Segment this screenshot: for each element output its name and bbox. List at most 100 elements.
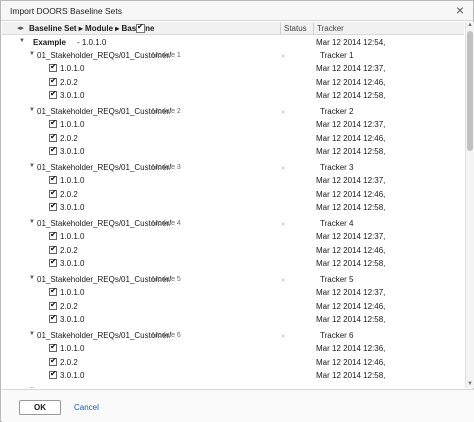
baseline-checkbox[interactable]: [49, 257, 57, 267]
import-doors-dialog: Import DOORS Baseline Sets × ◂▸ Baseline…: [0, 0, 474, 422]
baseline-checkbox[interactable]: [49, 174, 57, 185]
baseline-checkbox[interactable]: [49, 342, 57, 353]
close-icon[interactable]: ×: [456, 3, 464, 17]
expand-triangle-icon[interactable]: ▼: [29, 387, 35, 388]
tree-row-module[interactable]: ▼01_Stakeholder_REQs/01_Customer/Module …: [2, 385, 464, 388]
baseline-tracker: Mar 12 2014 12:46,: [316, 245, 386, 255]
baseline-label: 1.0.1.0: [60, 344, 85, 354]
module-name: Module 4: [152, 220, 181, 228]
expand-collapse-icon[interactable]: ◂▸: [17, 24, 24, 32]
tree-row-module[interactable]: ▼01_Stakeholder_REQs/01_Customer/Module …: [2, 329, 464, 342]
scroll-down-icon[interactable]: ▼: [467, 381, 473, 387]
baseline-label: 3.0.1.0: [60, 314, 85, 324]
baseline-checkbox[interactable]: [49, 89, 57, 99]
dialog-footer: OK Cancel: [2, 389, 474, 422]
tree-header: ◂▸ Baseline Set ▸ Module ▸ Baseline Stat…: [2, 22, 464, 35]
tree-row-baseline[interactable]: 2.0.2 Mar 12 2014 12:46,: [2, 76, 464, 89]
baseline-checkbox[interactable]: [49, 286, 57, 297]
baseline-checkbox[interactable]: [49, 145, 57, 155]
expand-triangle-icon[interactable]: ▼: [29, 219, 35, 225]
baseline-label: 2.0.2: [60, 133, 78, 143]
tree-row-baseline[interactable]: 2.0.2 Mar 12 2014 12:46,: [2, 300, 464, 313]
baseline-checkbox[interactable]: [49, 118, 57, 129]
vertical-scrollbar[interactable]: ▲ ▼: [465, 22, 474, 388]
baseline-tracker: Mar 12 2014 12:58,: [316, 90, 386, 100]
tree-row-module[interactable]: ▼01_Stakeholder_REQs/01_Customer/Module …: [2, 273, 464, 286]
tree-row-baseline[interactable]: 3.0.1.0 Mar 12 2014 12:58,: [2, 369, 464, 382]
status-indicator: [282, 55, 284, 58]
tree-row-baseline[interactable]: 1.0.1.0 Mar 12 2014 12:37,: [2, 62, 464, 75]
baseline-checkbox[interactable]: [49, 201, 57, 211]
baseline-checkbox[interactable]: [49, 230, 57, 241]
tree-row-baseline[interactable]: 2.0.2 Mar 12 2014 12:46,: [2, 356, 464, 369]
root-baseline: - 1.0.1.0: [77, 38, 107, 47]
module-name: Module 2: [152, 108, 181, 116]
baseline-checkbox[interactable]: [49, 356, 57, 366]
baseline-checkbox[interactable]: [49, 62, 57, 73]
dialog-title: Import DOORS Baseline Sets: [10, 6, 122, 16]
scroll-thumb[interactable]: [467, 31, 473, 151]
tree-row-baseline[interactable]: 1.0.1.0 Mar 12 2014 12:37,: [2, 174, 464, 187]
baseline-label: 1.0.1.0: [60, 232, 85, 242]
tree-row-module[interactable]: ▼01_Stakeholder_REQs/01_Customer/Module …: [2, 49, 464, 62]
tree-row-baseline[interactable]: 1.0.1.0 Mar 12 2014 12:36,: [2, 342, 464, 355]
ok-button[interactable]: OK: [19, 400, 61, 415]
baseline-label: 2.0.2: [60, 77, 78, 87]
module-tracker: Tracker 1: [320, 51, 354, 61]
tree-row-root[interactable]: ▼ Example - 1.0.1.0 Mar 12 2014 12:54,: [2, 36, 464, 49]
tree-row-baseline[interactable]: 2.0.2 Mar 12 2014 12:46,: [2, 188, 464, 201]
baseline-label: 3.0.1.0: [60, 258, 85, 268]
tree-row-baseline[interactable]: 3.0.1.0 Mar 12 2014 12:58,: [2, 145, 464, 158]
baseline-tracker: Mar 12 2014 12:46,: [316, 301, 386, 311]
expand-triangle-icon[interactable]: ▼: [29, 51, 35, 57]
baseline-label: 1.0.1.0: [60, 288, 85, 298]
baseline-tracker: Mar 12 2014 12:46,: [316, 77, 386, 87]
expand-triangle-icon[interactable]: ▼: [19, 38, 25, 44]
expand-triangle-icon[interactable]: ▼: [29, 163, 35, 169]
module-name: Module 6: [152, 332, 181, 340]
baseline-checkbox[interactable]: [49, 300, 57, 310]
baseline-checkbox[interactable]: [49, 244, 57, 254]
baseline-tracker: Mar 12 2014 12:58,: [316, 314, 386, 324]
check-icon: [137, 22, 144, 32]
expand-triangle-icon[interactable]: ▼: [29, 107, 35, 113]
module-tracker: Tracker 4: [320, 219, 354, 229]
tree-row-baseline[interactable]: 3.0.1.0 Mar 12 2014 12:58,: [2, 257, 464, 270]
tree-row-module[interactable]: ▼01_Stakeholder_REQs/01_Customer/Module …: [2, 217, 464, 230]
select-all-checkbox[interactable]: [136, 22, 145, 33]
tree-row-baseline[interactable]: 3.0.1.0 Mar 12 2014 12:58,: [2, 313, 464, 326]
tree-row-module[interactable]: ▼01_Stakeholder_REQs/01_Customer/Module …: [2, 161, 464, 174]
baseline-tracker: Mar 12 2014 12:37,: [316, 232, 386, 242]
baseline-tracker: Mar 12 2014 12:58,: [316, 370, 386, 380]
tree-row-baseline[interactable]: 2.0.2 Mar 12 2014 12:46,: [2, 132, 464, 145]
tree-row-baseline[interactable]: 1.0.1.0 Mar 12 2014 12:37,: [2, 286, 464, 299]
baseline-checkbox[interactable]: [49, 313, 57, 323]
baseline-checkbox[interactable]: [49, 132, 57, 142]
module-tracker: Tracker 7: [320, 387, 354, 388]
tree-row-module[interactable]: ▼01_Stakeholder_REQs/01_Customer/Module …: [2, 105, 464, 118]
cancel-link[interactable]: Cancel: [74, 403, 99, 412]
baseline-checkbox[interactable]: [49, 188, 57, 198]
status-indicator: [282, 111, 284, 114]
tree-row-baseline[interactable]: 2.0.2 Mar 12 2014 12:46,: [2, 244, 464, 257]
tree-row-baseline[interactable]: 1.0.1.0 Mar 12 2014 12:37,: [2, 118, 464, 131]
expand-triangle-icon[interactable]: ▼: [29, 331, 35, 337]
tree-row-baseline[interactable]: 3.0.1.0 Mar 12 2014 12:58,: [2, 89, 464, 102]
baseline-label: 1.0.1.0: [60, 64, 85, 74]
tree-row-baseline[interactable]: 1.0.1.0 Mar 12 2014 12:37,: [2, 230, 464, 243]
baseline-label: 2.0.2: [60, 357, 78, 367]
column-header-status: Status: [284, 24, 307, 33]
scroll-up-icon[interactable]: ▲: [467, 22, 473, 28]
baseline-label: 2.0.2: [60, 301, 78, 311]
baseline-tracker: Mar 12 2014 12:37,: [316, 288, 386, 298]
module-tracker: Tracker 3: [320, 163, 354, 173]
baseline-label: 3.0.1.0: [60, 90, 85, 100]
baseline-checkbox[interactable]: [49, 76, 57, 86]
module-name: Module 3: [152, 164, 181, 172]
tree-row-baseline[interactable]: 3.0.1.0 Mar 12 2014 12:58,: [2, 201, 464, 214]
baseline-tree: ▼ Example - 1.0.1.0 Mar 12 2014 12:54, ▼…: [2, 36, 464, 388]
baseline-tracker: Mar 12 2014 12:36,: [316, 344, 386, 354]
root-tracker: Mar 12 2014 12:54,: [316, 38, 386, 47]
baseline-checkbox[interactable]: [49, 369, 57, 379]
expand-triangle-icon[interactable]: ▼: [29, 275, 35, 281]
